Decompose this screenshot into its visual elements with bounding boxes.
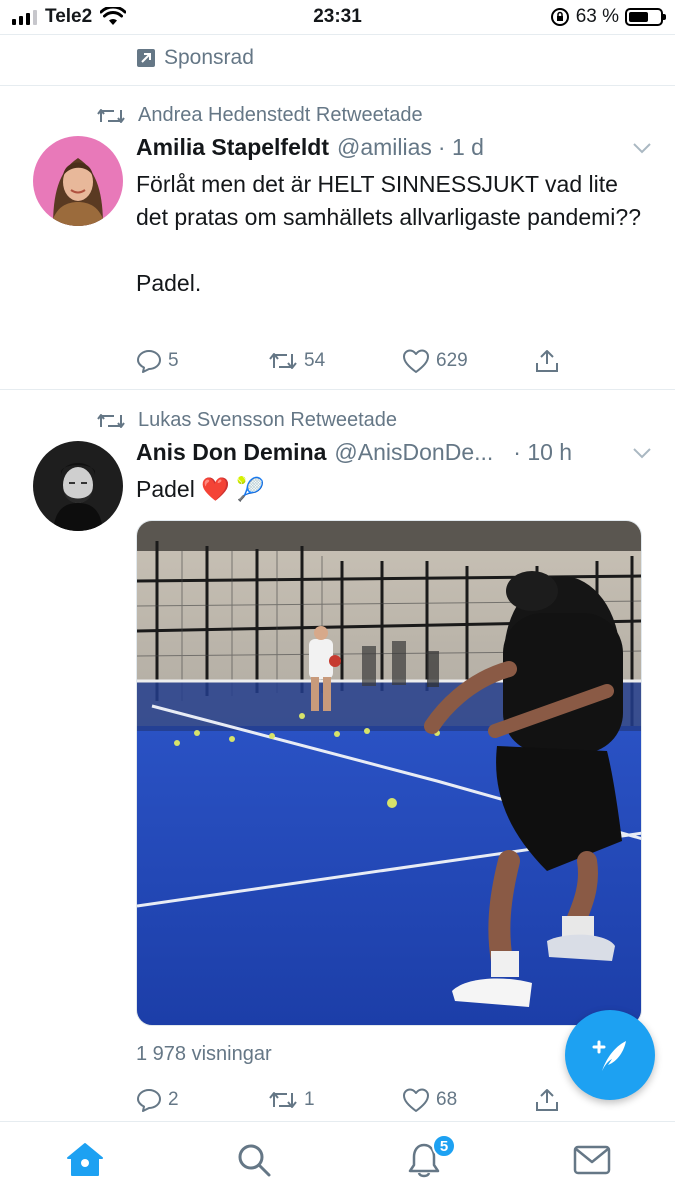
mail-icon bbox=[573, 1145, 611, 1175]
reply-count: 2 bbox=[168, 1089, 179, 1110]
share-button[interactable] bbox=[534, 348, 560, 374]
tab-messages[interactable] bbox=[572, 1140, 612, 1180]
tweet-actions: 5 54 629 bbox=[136, 348, 566, 374]
heart-icon bbox=[403, 349, 429, 373]
sponsored-tweet-footer[interactable]: Sponsrad bbox=[0, 34, 675, 86]
display-name[interactable]: Amilia Stapelfeldt bbox=[136, 134, 329, 161]
tweet-actions: 2 1 68 bbox=[136, 1087, 566, 1113]
bottom-tab-bar: 5 bbox=[0, 1121, 675, 1200]
retweet-context: Lukas Svensson Retweetade bbox=[96, 409, 397, 432]
retweet-button[interactable]: 1 bbox=[268, 1088, 402, 1112]
tweet-header: Anis Don Demina @AnisDonDe... · 10 h bbox=[136, 439, 653, 466]
home-icon bbox=[67, 1143, 103, 1176]
reply-button[interactable]: 2 bbox=[136, 1087, 268, 1113]
reply-count: 5 bbox=[168, 350, 179, 371]
avatar[interactable] bbox=[33, 136, 123, 226]
battery-level bbox=[629, 12, 648, 22]
retweeted-by-label[interactable]: Andrea Hedenstedt Retweetade bbox=[138, 104, 423, 127]
chevron-down-icon[interactable] bbox=[631, 446, 653, 460]
retweet-icon bbox=[97, 108, 125, 123]
tweet-text: Förlåt men det är HELT SINNESSJUKT vad l… bbox=[136, 171, 641, 296]
retweet-count: 54 bbox=[304, 350, 326, 371]
heart-icon bbox=[403, 1088, 429, 1112]
tweet-time[interactable]: · 10 h bbox=[513, 439, 572, 466]
compose-feather-icon bbox=[592, 1040, 626, 1071]
reply-icon bbox=[137, 350, 161, 373]
orientation-lock-icon bbox=[550, 8, 569, 26]
search-icon bbox=[238, 1144, 271, 1177]
sponsored-label: Sponsrad bbox=[164, 46, 254, 69]
notification-badge: 5 bbox=[432, 1134, 456, 1158]
tab-search[interactable] bbox=[234, 1140, 274, 1180]
tab-home[interactable] bbox=[65, 1140, 105, 1180]
like-button[interactable]: 629 bbox=[402, 348, 534, 374]
tweet-header: Amilia Stapelfeldt @amilias · 1 d bbox=[136, 134, 653, 161]
reply-button[interactable]: 5 bbox=[136, 348, 268, 374]
tweet-text: Padel ❤️ 🎾 bbox=[136, 476, 265, 502]
display-name[interactable]: Anis Don Demina bbox=[136, 439, 326, 466]
battery-percent: 63 % bbox=[575, 6, 619, 27]
status-bar-right: 63 % bbox=[550, 6, 666, 28]
user-handle[interactable]: @amilias bbox=[337, 134, 432, 161]
avatar[interactable] bbox=[33, 441, 123, 531]
sponsored-row: Sponsrad bbox=[136, 46, 254, 70]
user-handle[interactable]: @AnisDonDe... bbox=[334, 439, 493, 466]
status-bar: Tele2 23:31 63 % bbox=[0, 0, 675, 34]
chevron-down-icon[interactable] bbox=[631, 141, 653, 155]
battery-icon bbox=[625, 8, 666, 26]
share-button[interactable] bbox=[534, 1087, 560, 1113]
retweet-button[interactable]: 54 bbox=[268, 349, 402, 373]
share-icon bbox=[536, 350, 558, 372]
promoted-icon bbox=[137, 49, 155, 67]
tweet-video[interactable] bbox=[136, 520, 642, 1026]
view-count: 1 978 visningar bbox=[136, 1043, 272, 1065]
tweet[interactable]: Andrea Hedenstedt Retweetade Amilia Stap… bbox=[0, 86, 675, 390]
like-count: 629 bbox=[436, 350, 468, 371]
retweet-context: Andrea Hedenstedt Retweetade bbox=[96, 104, 423, 127]
share-icon bbox=[536, 1089, 558, 1111]
retweet-icon bbox=[269, 1092, 297, 1108]
retweet-icon bbox=[97, 413, 125, 428]
tweet-time[interactable]: · 1 d bbox=[438, 134, 484, 161]
reply-icon bbox=[137, 1089, 161, 1112]
retweet-count: 1 bbox=[304, 1089, 315, 1110]
tweet[interactable]: Lukas Svensson Retweetade Anis Don Demin… bbox=[0, 391, 675, 1121]
like-button[interactable]: 68 bbox=[402, 1087, 534, 1113]
padel-court-image bbox=[137, 521, 641, 1025]
retweet-icon bbox=[269, 353, 297, 369]
like-count: 68 bbox=[436, 1089, 458, 1110]
compose-tweet-button[interactable] bbox=[565, 1010, 655, 1100]
retweeted-by-label[interactable]: Lukas Svensson Retweetade bbox=[138, 409, 397, 432]
